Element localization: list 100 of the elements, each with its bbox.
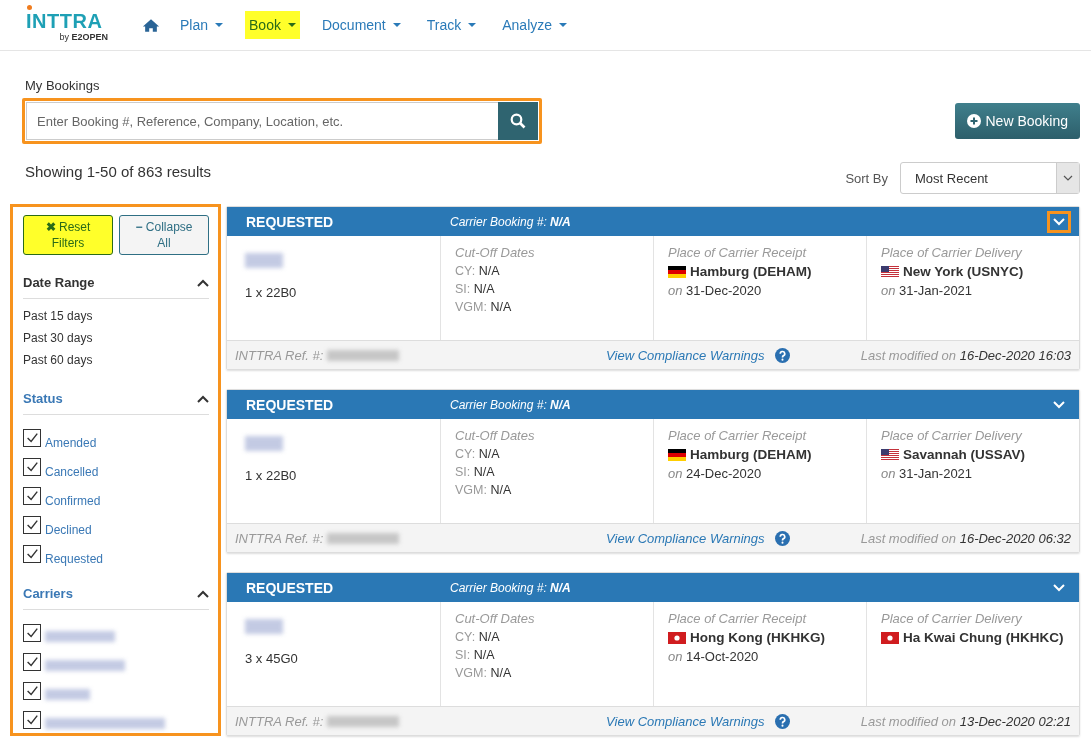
column-title: Cut-Off Dates: [455, 245, 536, 260]
booking-status: REQUESTED: [246, 213, 335, 230]
column-title: Place of Carrier Receipt: [668, 245, 808, 260]
chevron-icon[interactable]: [197, 278, 209, 287]
cutoff-date: VGM: N/A: [455, 300, 513, 314]
section-title: Carriers: [23, 586, 73, 601]
nav-menu[interactable]: Plan: [176, 11, 228, 39]
checkbox[interactable]: [23, 516, 41, 534]
hong-kong-flag-icon: [668, 631, 686, 644]
checkbox[interactable]: [23, 653, 41, 671]
chevron-down-icon: [1063, 175, 1073, 181]
carrier-booking-number: Carrier Booking #: N/A: [450, 214, 572, 229]
place-date: on 14-Oct-2020: [668, 649, 760, 664]
checkmark-icon: [25, 626, 39, 640]
section-title: Status: [23, 391, 63, 406]
logo[interactable]: INTTRA by E2OPEN: [26, 3, 108, 43]
column-title: Place of Carrier Receipt: [668, 611, 808, 626]
checkbox[interactable]: [23, 458, 41, 476]
column-title: Place of Carrier Delivery: [881, 611, 1023, 626]
last-modified: Last modified on 16-Dec-2020 06:32: [860, 530, 1071, 546]
checkmark-icon: [25, 684, 39, 698]
compliance-warnings-link[interactable]: View Compliance Warnings: [606, 347, 765, 363]
carrier-booking-number: Carrier Booking #: N/A: [450, 397, 572, 412]
cutoff-date: CY: N/A: [455, 630, 501, 644]
place-date: on 31-Jan-2021: [881, 283, 974, 298]
column-title: Place of Carrier Delivery: [881, 428, 1023, 443]
place-name: Savannah (USSAV): [903, 447, 1026, 462]
help-icon[interactable]: [774, 347, 790, 363]
chevron-icon[interactable]: [197, 394, 209, 403]
help-icon[interactable]: [774, 530, 790, 546]
checkbox[interactable]: [23, 711, 41, 729]
redacted-booking-number: [245, 253, 283, 268]
results-count: Showing 1-50 of 863 results: [25, 162, 211, 180]
cutoff-date: CY: N/A: [455, 264, 501, 278]
checkmark-icon: [25, 431, 39, 445]
nav-menu[interactable]: Book: [245, 11, 300, 39]
chevron-icon[interactable]: [197, 589, 209, 598]
place-name: Hamburg (DEHAM): [690, 447, 812, 462]
compliance-warnings-link[interactable]: View Compliance Warnings: [606, 530, 765, 546]
checkbox[interactable]: [23, 429, 41, 447]
inttra-ref-label: INTTRA Ref. #:: [235, 530, 324, 546]
checkmark-icon: [25, 547, 39, 561]
column-title: Cut-Off Dates: [455, 611, 536, 626]
cutoff-date: VGM: N/A: [455, 666, 513, 680]
checkbox[interactable]: [23, 624, 41, 642]
redacted-booking-number: [245, 619, 283, 634]
place-name: Hamburg (DEHAM): [690, 264, 812, 279]
sort-dropdown[interactable]: Most Recent: [900, 162, 1080, 194]
date-range-option[interactable]: Past 60 days: [23, 349, 209, 371]
place-name: Hong Kong (HKHKG): [690, 630, 825, 645]
place-name: New York (USNYC): [903, 264, 1024, 279]
redacted-carrier: [45, 689, 90, 700]
inttra-ref-label: INTTRA Ref. #:: [235, 347, 324, 363]
status-filter-link[interactable]: Cancelled: [45, 465, 99, 479]
checkbox[interactable]: [23, 682, 41, 700]
collapse-all-button[interactable]: − Collapse All: [119, 215, 209, 255]
help-icon[interactable]: [774, 713, 790, 729]
nav-menu[interactable]: Analyze: [498, 11, 572, 39]
container-count: 1 x 22B0: [245, 468, 298, 483]
inttra-ref-label: INTTRA Ref. #:: [235, 713, 324, 729]
status-filter-link[interactable]: Requested: [45, 552, 104, 566]
nav-menu[interactable]: Track: [422, 11, 481, 39]
place-date: on 31-Jan-2021: [881, 466, 974, 481]
status-filter-link[interactable]: Amended: [45, 436, 97, 450]
status-filter-link[interactable]: Confirmed: [45, 494, 101, 508]
place-name: Ha Kwai Chung (HKHKC): [903, 630, 1064, 645]
status-filter-link[interactable]: Declined: [45, 523, 92, 537]
expand-toggle[interactable]: [1047, 210, 1071, 233]
container-count: 1 x 22B0: [245, 285, 298, 300]
new-booking-button[interactable]: New Booking: [954, 103, 1080, 139]
nav-menu[interactable]: Document: [317, 11, 405, 39]
cutoff-date: SI: N/A: [455, 648, 496, 662]
search-button[interactable]: [498, 102, 538, 140]
place-date: on 24-Dec-2020: [668, 466, 763, 481]
last-modified: Last modified on 16-Dec-2020 16:03: [860, 347, 1071, 363]
checkbox[interactable]: [23, 487, 41, 505]
cutoff-date: VGM: N/A: [455, 483, 513, 497]
date-range-option[interactable]: Past 30 days: [23, 327, 209, 349]
usa-flag-icon: [881, 265, 899, 278]
cutoff-date: CY: N/A: [455, 447, 501, 461]
place-date: on 31-Dec-2020: [668, 283, 763, 298]
date-range-option[interactable]: Past 15 days: [23, 305, 209, 327]
container-count: 3 x 45G0: [245, 651, 299, 666]
checkmark-icon: [25, 713, 39, 727]
germany-flag-icon: [668, 265, 686, 278]
reset-filters-button[interactable]: ✖ Reset Filters: [23, 215, 113, 255]
booking-status: REQUESTED: [246, 396, 335, 413]
sort-label: Sort By: [845, 170, 888, 186]
checkbox[interactable]: [23, 545, 41, 563]
carrier-booking-number: Carrier Booking #: N/A: [450, 580, 572, 595]
germany-flag-icon: [668, 448, 686, 461]
compliance-warnings-link[interactable]: View Compliance Warnings: [606, 713, 765, 729]
home-icon[interactable]: [142, 17, 160, 33]
cutoff-date: SI: N/A: [455, 465, 496, 479]
section-title: Date Range: [23, 275, 95, 290]
checkmark-icon: [25, 489, 39, 503]
booking-status: REQUESTED: [246, 579, 335, 596]
cutoff-date: SI: N/A: [455, 282, 496, 296]
plus-icon: [966, 114, 981, 128]
search-field[interactable]: Enter Booking #, Reference, Company, Location, etc.: [22, 98, 542, 144]
